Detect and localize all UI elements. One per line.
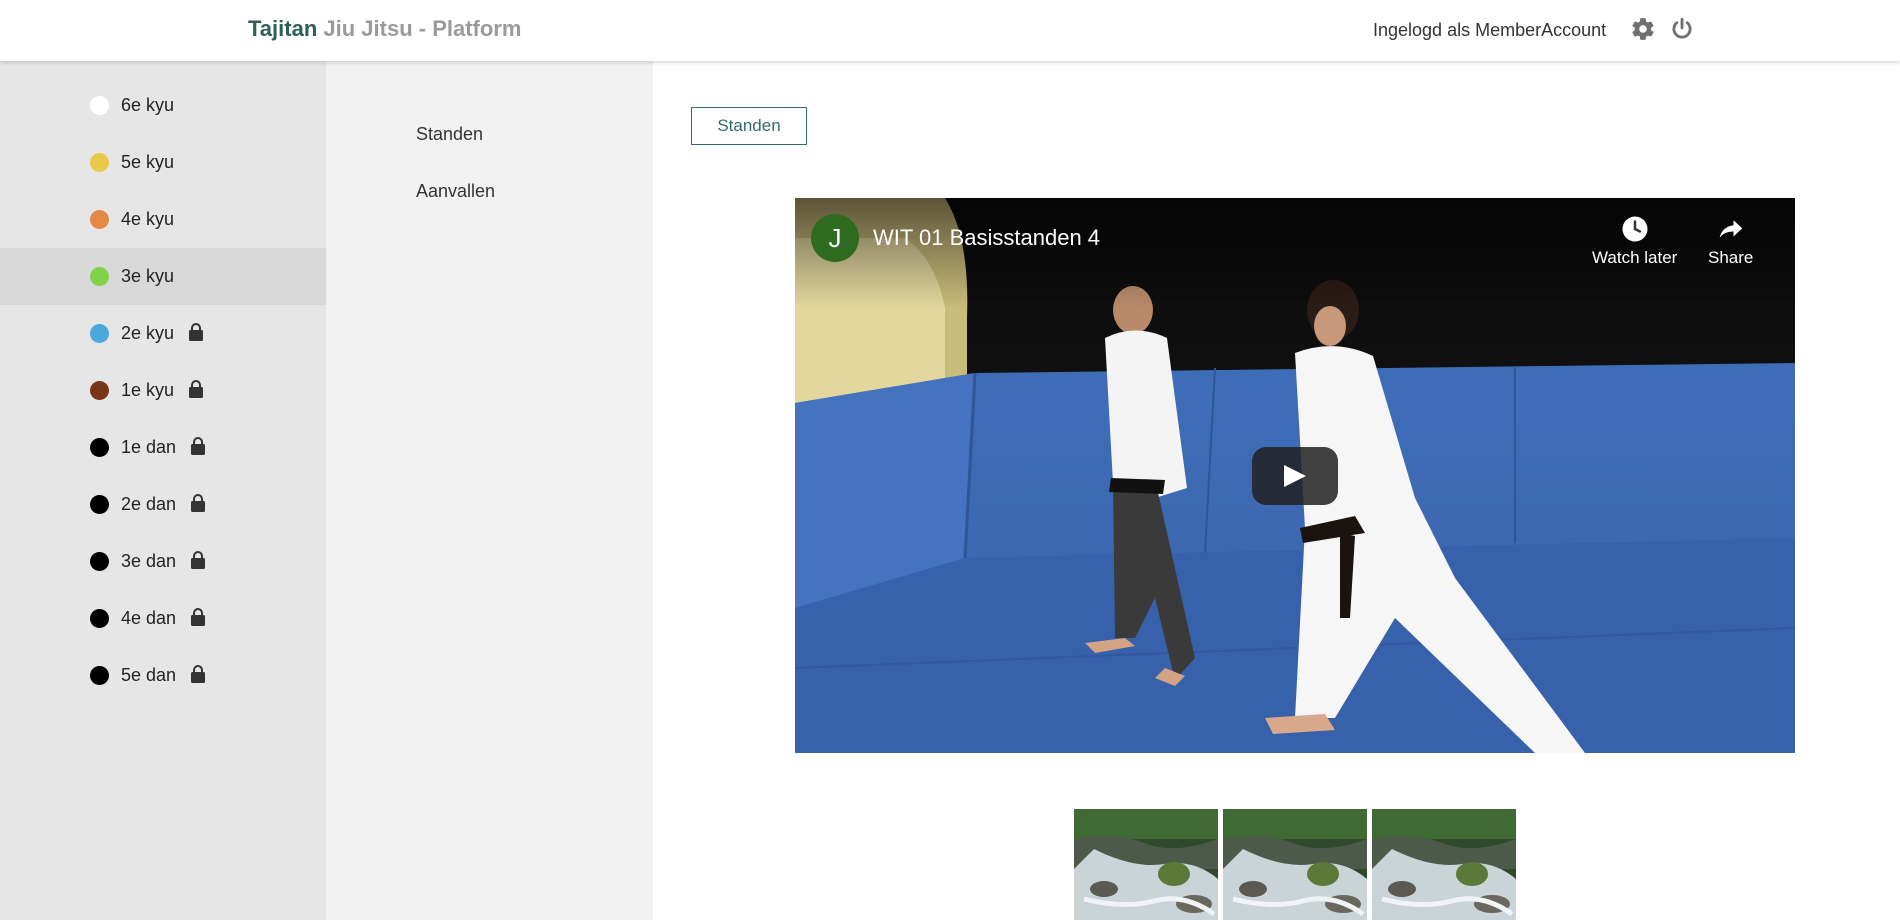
main-content: Standen J WIT 01 Basisstanden 4 Watch la… [653, 61, 1900, 920]
belt-color-dot [90, 153, 109, 172]
gear-icon[interactable] [1630, 16, 1656, 42]
play-button[interactable] [1252, 447, 1338, 505]
lock-icon [190, 664, 206, 684]
watch-later-button[interactable]: Watch later [1592, 214, 1677, 268]
belt-color-dot [90, 96, 109, 115]
belt-sidebar: 6e kyu 5e kyu 4e kyu 3e kyu 2e kyu 1e kyu 1e d… [0, 61, 326, 920]
sidebar-item-belt[interactable]: 3e kyu [0, 248, 326, 305]
belt-color-dot [90, 552, 109, 571]
video-title[interactable]: WIT 01 Basisstanden 4 [873, 225, 1100, 251]
sidebar-item-belt[interactable]: 1e kyu [0, 362, 326, 419]
sidebar-item-belt[interactable]: 2e kyu [0, 305, 326, 362]
top-bar: Tajitan Jiu Jitsu - Platform Ingelogd al… [0, 0, 1900, 61]
belt-label: 2e kyu [121, 323, 175, 343]
sidebar-item-belt[interactable]: 5e kyu [0, 134, 326, 191]
subnav-item-standen[interactable]: Standen [416, 124, 483, 145]
belt-label: 5e kyu [121, 152, 175, 172]
lock-icon [188, 322, 204, 342]
share-icon [1719, 220, 1742, 238]
lock-icon [190, 436, 206, 456]
channel-avatar[interactable]: J [811, 214, 859, 262]
sidebar-item-belt[interactable]: 1e dan [0, 419, 326, 476]
video-player[interactable]: J WIT 01 Basisstanden 4 Watch later Shar… [795, 198, 1795, 753]
waterfall-image [1074, 809, 1218, 920]
belt-color-dot [90, 267, 109, 286]
logged-in-label: Ingelogd als MemberAccount [1373, 20, 1607, 40]
subnav-item-aanvallen[interactable]: Aanvallen [416, 181, 495, 202]
sidebar-item-belt[interactable]: 6e kyu [0, 77, 326, 134]
watch-later-label: Watch later [1592, 248, 1678, 267]
sidebar-item-belt[interactable]: 4e kyu [0, 191, 326, 248]
lock-icon [190, 550, 206, 570]
belt-color-dot [90, 210, 109, 229]
lock-icon [188, 379, 204, 399]
waterfall-image [1372, 809, 1516, 920]
thumbnail-waterfall[interactable] [1372, 809, 1516, 920]
lock-icon [190, 607, 206, 627]
sidebar-item-belt[interactable]: 5e dan [0, 647, 326, 704]
belt-label: 6e kyu [121, 95, 175, 115]
play-icon [1284, 465, 1306, 487]
belt-color-dot [90, 324, 109, 343]
belt-color-dot [90, 666, 109, 685]
belt-color-dot [90, 609, 109, 628]
belt-label: 5e dan [121, 665, 177, 685]
brand-subtitle: Jiu Jitsu - Platform [323, 16, 522, 41]
thumbnail-waterfall[interactable] [1074, 809, 1218, 920]
category-subnav: Standen Aanvallen [326, 61, 653, 920]
lock-icon [190, 493, 206, 513]
belt-label: 3e dan [121, 551, 177, 571]
power-icon[interactable] [1669, 16, 1695, 42]
brand-name: Tajitan [248, 16, 318, 41]
belt-label: 1e kyu [121, 380, 175, 400]
belt-label: 4e dan [121, 608, 177, 628]
belt-label: 2e dan [121, 494, 177, 514]
belt-label: 4e kyu [121, 209, 175, 229]
belt-color-dot [90, 438, 109, 457]
sidebar-item-belt[interactable]: 2e dan [0, 476, 326, 533]
clock-icon [1622, 216, 1648, 242]
share-button[interactable]: Share [1708, 214, 1753, 268]
share-label: Share [1708, 248, 1754, 267]
tab-standen[interactable]: Standen [691, 107, 807, 145]
belt-color-dot [90, 381, 109, 400]
sidebar-item-belt[interactable]: 3e dan [0, 533, 326, 590]
sidebar-item-belt[interactable]: 4e dan [0, 590, 326, 647]
waterfall-image [1223, 809, 1367, 920]
thumbnail-waterfall[interactable] [1223, 809, 1367, 920]
belt-color-dot [90, 495, 109, 514]
brand-logo[interactable]: Tajitan Jiu Jitsu - Platform [248, 16, 521, 42]
belt-label: 3e kyu [121, 266, 175, 286]
belt-label: 1e dan [121, 437, 177, 457]
